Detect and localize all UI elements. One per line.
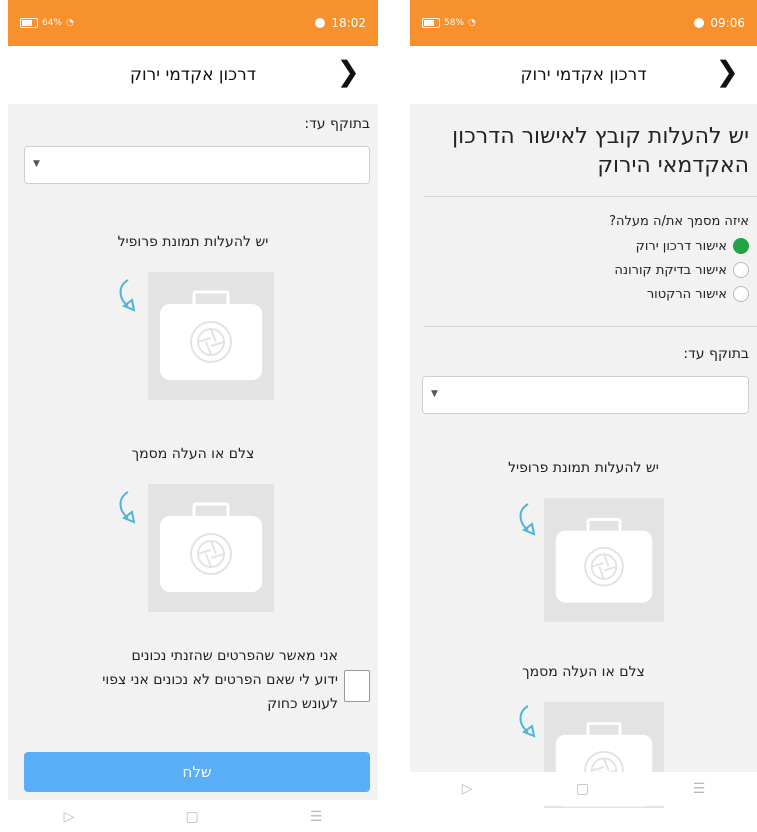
agreement-line: ידוע לי שאם הפרטים לא נכונים אני צפוי <box>102 672 338 688</box>
clock: 18:02 <box>331 16 366 30</box>
menu-icon[interactable]: ☰ <box>693 781 706 797</box>
wifi-icon: ◔ <box>468 18 476 28</box>
radio-icon[interactable] <box>733 262 749 278</box>
agreement-text: אני מאשר שהפרטים שהזנתי נכונים ידוע לי ש… <box>38 644 338 716</box>
dropdown-arrow-icon: ▼ <box>431 389 438 399</box>
home-icon[interactable]: ▢ <box>185 809 198 825</box>
radio-option-green-passport[interactable]: אישור דרכון ירוק <box>636 238 749 254</box>
valid-until-label: בתוקף עד: <box>304 116 370 132</box>
clock: 09:06 <box>710 16 745 30</box>
page-title: דרכון אקדמי ירוק <box>520 65 647 85</box>
divider <box>424 196 757 197</box>
status-bar: 58% ◔ 09:06 <box>410 0 757 46</box>
divider <box>424 326 757 327</box>
document-upload[interactable] <box>148 484 274 612</box>
document-type-question: איזה מסמך את/ה מעלה? <box>609 214 749 229</box>
battery-icon <box>20 18 38 28</box>
radio-label: אישור דרכון ירוק <box>635 238 727 254</box>
app-bar: דרכון אקדמי ירוק ❯ <box>8 46 378 104</box>
upload-arrow-icon[interactable] <box>114 276 142 316</box>
system-nav-bar: ▷ ▢ ☰ <box>8 800 378 832</box>
dropdown-arrow-icon: ▼ <box>33 159 40 169</box>
page-title: דרכון אקדמי ירוק <box>129 65 257 85</box>
profile-photo-upload[interactable] <box>148 272 274 400</box>
profile-photo-upload[interactable] <box>544 498 664 622</box>
left-screen: 64% ◔ 18:02 דרכון אקדמי ירוק ❯ בתוקף עד: … <box>8 0 378 832</box>
radio-option-corona-test[interactable]: אישור בדיקת קורונה <box>614 262 749 278</box>
app-bar: דרכון אקדמי ירוק ❯ <box>410 46 757 104</box>
camera-icon <box>160 502 262 592</box>
alarm-icon <box>315 18 326 28</box>
profile-photo-label: יש להעלות תמונת פרופיל <box>117 234 269 250</box>
system-nav-bar: ▷ ▢ ☰ <box>410 772 757 806</box>
valid-until-select[interactable]: ▼ <box>24 146 370 184</box>
status-bar: 64% ◔ 18:02 <box>8 0 378 46</box>
radio-selected-icon[interactable] <box>733 238 749 254</box>
home-icon[interactable]: ▢ <box>576 781 589 797</box>
right-screen: 58% ◔ 09:06 דרכון אקדמי ירוק ❯ יש להעלות … <box>410 0 757 808</box>
camera-icon <box>555 517 653 603</box>
form-content: בתוקף עד: ▼ יש להעלות תמונת פרופיל צלם א… <box>8 104 378 800</box>
wifi-icon: ◔ <box>66 18 74 28</box>
upload-arrow-icon[interactable] <box>514 500 542 540</box>
radio-label: אישור הרקטור <box>646 286 727 302</box>
back-icon[interactable]: ▷ <box>64 809 75 825</box>
valid-until-label: בתוקף עד: <box>683 346 749 362</box>
form-content: יש להעלות קובץ לאישור הדרכון האקדמאי היר… <box>410 104 757 808</box>
battery-level: 58% <box>444 18 465 28</box>
radio-icon[interactable] <box>733 286 749 302</box>
profile-photo-label: יש להעלות תמונת פרופיל <box>508 460 659 476</box>
back-icon[interactable]: ▷ <box>462 781 473 797</box>
battery-level: 64% <box>42 18 63 28</box>
radio-label: אישור בדיקת קורונה <box>614 262 727 278</box>
upload-arrow-icon[interactable] <box>514 702 542 742</box>
upload-arrow-icon[interactable] <box>114 488 142 528</box>
valid-until-select[interactable]: ▼ <box>422 376 749 414</box>
agreement-checkbox[interactable] <box>344 670 370 702</box>
document-label: צלם או העלה מסמך <box>131 446 255 462</box>
menu-icon[interactable]: ☰ <box>310 809 323 825</box>
radio-option-rector[interactable]: אישור הרקטור <box>647 286 749 302</box>
alarm-icon <box>694 18 705 28</box>
camera-icon <box>160 290 262 380</box>
agreement-line: אני מאשר שהפרטים שהזנתי נכונים <box>131 648 339 664</box>
chevron-right-icon[interactable]: ❯ <box>337 58 360 86</box>
document-label: צלם או העלה מסמך <box>522 664 645 680</box>
chevron-right-icon[interactable]: ❯ <box>716 58 739 86</box>
send-button[interactable]: שלח <box>24 752 370 792</box>
upload-heading: יש להעלות קובץ לאישור הדרכון האקדמאי היר… <box>452 124 749 178</box>
battery-icon <box>422 18 440 28</box>
agreement-line: לעונש כחוק <box>267 696 338 712</box>
